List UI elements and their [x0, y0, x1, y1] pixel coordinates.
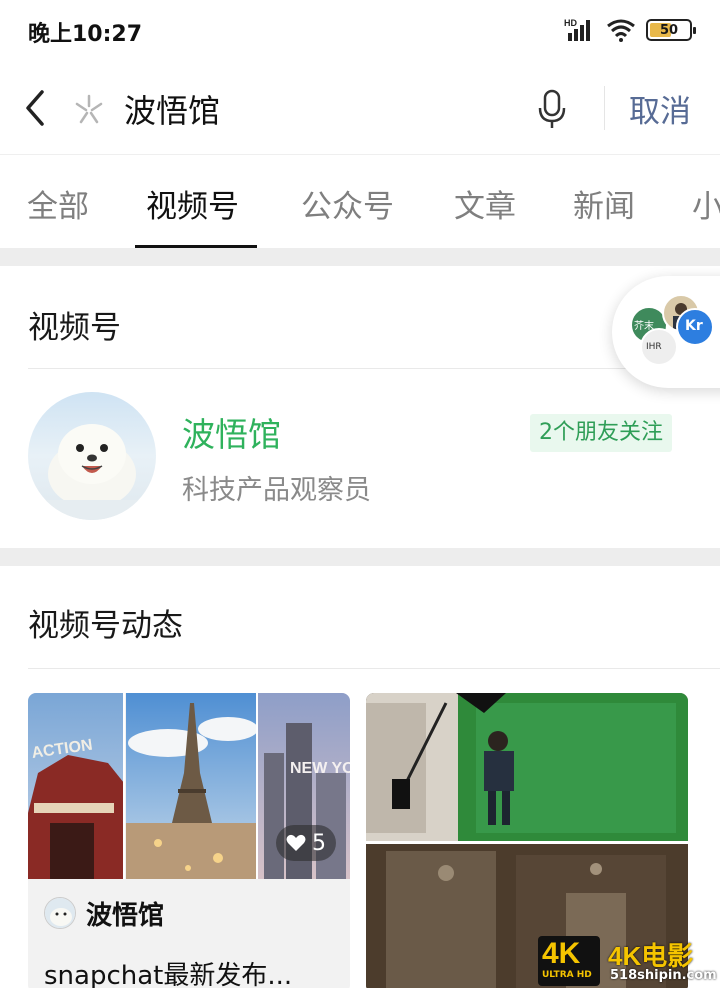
- channels-account-card: 视频号 波悟馆 科技产品观察员 2个朋友关注: [0, 266, 720, 548]
- cancel-button[interactable]: 取消: [629, 86, 691, 131]
- post-image-caption: NEW YORK CITY: [290, 760, 350, 777]
- post-author-avatar: [44, 897, 76, 929]
- bubble-avatar: IHR: [640, 328, 678, 366]
- watermark-4k-badge: 4K ULTRA HD: [538, 936, 600, 986]
- signal-icon: HD: [564, 18, 590, 41]
- search-tabs: 全部 视频号 公众号 文章 新闻 小: [0, 154, 720, 248]
- status-time: 晚上10:27: [28, 22, 143, 47]
- friends-following-badge: 2个朋友关注: [530, 414, 672, 452]
- search-input[interactable]: 波悟馆: [124, 86, 220, 132]
- active-tab-indicator: [135, 245, 257, 248]
- account-name[interactable]: 波悟馆: [182, 408, 281, 456]
- status-bar: 晚上10:27 HD 50: [0, 0, 720, 64]
- tab-articles[interactable]: 文章: [454, 181, 516, 226]
- post-author-name: 波悟馆: [86, 901, 165, 931]
- tab-news[interactable]: 新闻: [573, 181, 635, 226]
- tab-channels[interactable]: 视频号: [146, 181, 239, 226]
- divider: [28, 368, 720, 369]
- back-arrow-icon[interactable]: [20, 86, 50, 130]
- channels-spark-icon: [75, 94, 103, 124]
- account-description: 科技产品观察员: [182, 475, 371, 506]
- heart-icon: [286, 834, 306, 851]
- search-divider: [604, 86, 605, 130]
- tab-mini-programs[interactable]: 小: [692, 181, 720, 226]
- tab-official-accounts[interactable]: 公众号: [301, 181, 394, 226]
- watermark-badge-text: 4K: [542, 937, 581, 970]
- watermark-site: 518shipin.com: [610, 968, 717, 983]
- post-card[interactable]: ACTION NEW YORK CITY 5 波: [28, 693, 350, 988]
- bubble-avatar: Kr: [676, 308, 714, 346]
- network-label: HD: [564, 18, 577, 28]
- status-icons: HD 50: [564, 14, 696, 46]
- like-count: 5: [312, 830, 326, 856]
- microphone-icon[interactable]: [536, 88, 568, 130]
- wifi-icon: [607, 19, 635, 42]
- section-title-channels: 视频号: [28, 310, 121, 346]
- battery-level: 50: [659, 22, 679, 38]
- battery-icon: 50: [646, 19, 696, 41]
- tab-all[interactable]: 全部: [27, 181, 89, 226]
- like-count-pill: 5: [276, 825, 336, 861]
- post-description: snapchat最新发布...: [44, 961, 293, 988]
- section-title-posts: 视频号动态: [28, 608, 183, 644]
- floating-avatar-bubble[interactable]: 芥末 Kr IHR: [612, 276, 720, 388]
- search-bar: 波悟馆 取消: [0, 64, 720, 154]
- watermark-logo: 4K ULTRA HD 4K电影 518shipin.com: [538, 936, 717, 986]
- account-avatar[interactable]: [28, 392, 156, 520]
- divider: [28, 668, 720, 669]
- watermark-badge-sub: ULTRA HD: [542, 970, 592, 980]
- channels-posts-card: 视频号动态 ACTION NEW YO 5 波悟馆 snapchat最新发布..…: [0, 566, 720, 988]
